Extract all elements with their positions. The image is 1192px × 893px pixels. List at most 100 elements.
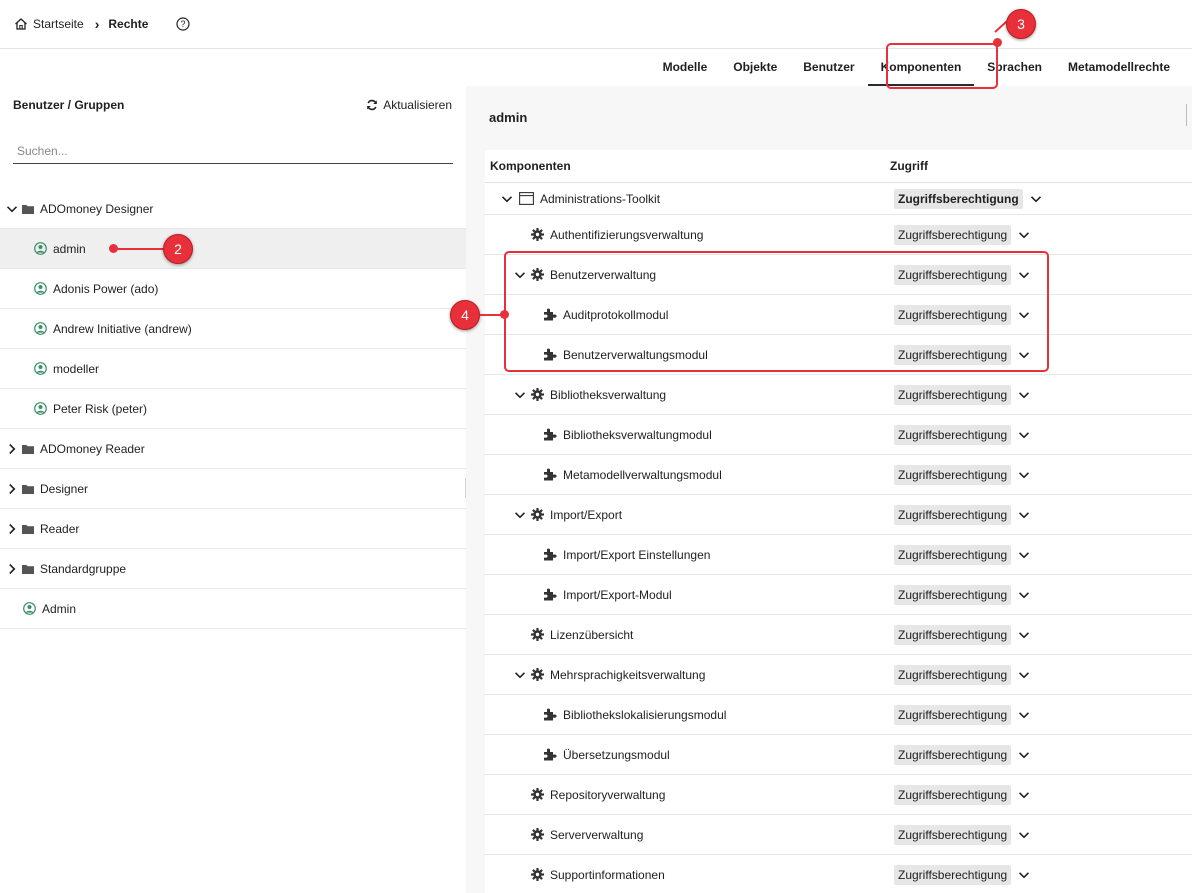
access-badge[interactable]: Zugriffsberechtigung [894, 784, 1012, 805]
component-label: Import/Export-Modul [563, 587, 672, 602]
gear-icon [531, 508, 544, 521]
access-badge[interactable]: Zugriffsberechtigung [894, 704, 1012, 725]
folder-icon [22, 524, 34, 534]
access-badge[interactable]: Zugriffsberechtigung [894, 224, 1012, 245]
access-badge[interactable]: Zugriffsberechtigung [894, 824, 1012, 845]
tree-item-label: ADOmoney Designer [40, 201, 154, 216]
access-badge[interactable]: Zugriffsberechtigung [894, 544, 1012, 565]
folder-icon [22, 564, 34, 574]
table-row: Import/Export Einstellungen Zugriffsberec… [485, 535, 1192, 575]
tab-modelle[interactable]: Modelle [650, 50, 721, 86]
tree-item[interactable]: Andrew Initiative (andrew) [0, 309, 466, 349]
annotation-dot [993, 38, 1002, 47]
puzzle-icon [544, 748, 557, 761]
component-label: Administrations-Toolkit [540, 191, 661, 206]
chevron-right-icon: › [94, 16, 100, 32]
chevron-down-icon[interactable] [1017, 588, 1031, 602]
chevron-right-icon[interactable] [5, 522, 19, 536]
chevron-down-icon[interactable] [513, 508, 527, 522]
table-row: Übersetzungsmodul Zugriffsberechtigung [485, 735, 1192, 775]
table-row: Import/Export Zugriffsberechtigung [485, 495, 1192, 535]
annotation-badge: 2 [163, 234, 193, 264]
chevron-down-icon[interactable] [500, 192, 514, 206]
component-label: Supportinformationen [550, 867, 665, 882]
chevron-down-icon[interactable] [1029, 192, 1043, 206]
chevron-down-icon[interactable] [1017, 868, 1031, 882]
chevron-down-icon[interactable] [5, 202, 19, 216]
annotation-dot [500, 310, 509, 319]
component-label: Bibliothekslokalisierungsmodul [563, 707, 727, 722]
access-badge[interactable]: Zugriffsberechtigung [894, 584, 1012, 605]
chevron-down-icon[interactable] [1017, 748, 1031, 762]
chevron-down-icon[interactable] [1017, 788, 1031, 802]
chevron-down-icon[interactable] [1017, 228, 1031, 242]
column-components: Komponenten [490, 159, 571, 173]
chevron-down-icon[interactable] [1017, 468, 1031, 482]
puzzle-icon [544, 468, 557, 481]
chevron-down-icon[interactable] [1017, 428, 1031, 442]
help-icon[interactable]: ? [176, 17, 190, 31]
access-badge[interactable]: Zugriffsberechtigung [894, 188, 1023, 209]
truncated-field[interactable] [1186, 104, 1192, 126]
users-groups-panel: Benutzer / Gruppen Aktualisieren ADOmone… [0, 50, 466, 893]
annotation-highlight-box [504, 251, 1049, 372]
tree-item-label: modeller [53, 361, 100, 376]
chevron-right-icon[interactable] [5, 442, 19, 456]
panel-title: Benutzer / Gruppen [13, 98, 125, 112]
tree-item[interactable]: admin [0, 229, 466, 269]
tree-item-label: ADOmoney Reader [40, 441, 145, 456]
tree-item-label: admin [53, 241, 86, 256]
chevron-down-icon[interactable] [1017, 508, 1031, 522]
breadcrumb-home[interactable]: Startseite [33, 17, 84, 31]
tree-item-label: Standardgruppe [40, 561, 127, 576]
tree-item-label: Reader [40, 521, 80, 536]
home-icon[interactable] [14, 17, 28, 31]
table-row: Lizenzübersicht Zugriffsberechtigung [485, 615, 1192, 655]
access-badge[interactable]: Zugriffsberechtigung [894, 504, 1012, 525]
tree-item[interactable]: ADOmoney Designer [0, 189, 466, 229]
chevron-down-icon[interactable] [1017, 388, 1031, 402]
search-input[interactable] [13, 138, 453, 164]
chevron-down-icon[interactable] [1017, 708, 1031, 722]
component-label: Lizenzübersicht [550, 627, 634, 642]
access-badge[interactable]: Zugriffsberechtigung [894, 384, 1012, 405]
tree-item[interactable]: modeller [0, 349, 466, 389]
table-row: Import/Export-Modul Zugriffsberechtigung [485, 575, 1192, 615]
tab-objekte[interactable]: Objekte [720, 50, 790, 86]
tree-item[interactable]: Designer [0, 469, 466, 509]
access-badge[interactable]: Zugriffsberechtigung [894, 424, 1012, 445]
access-badge[interactable]: Zugriffsberechtigung [894, 744, 1012, 765]
tree-item[interactable]: Peter Risk (peter) [0, 389, 466, 429]
tab-benutzer[interactable]: Benutzer [790, 50, 867, 86]
table-row: Authentifizierungsverwaltung Zugriffsbere… [485, 215, 1192, 255]
chevron-down-icon[interactable] [513, 388, 527, 402]
svg-text:?: ? [181, 19, 186, 29]
chevron-right-icon[interactable] [5, 562, 19, 576]
access-badge[interactable]: Zugriffsberechtigung [894, 624, 1012, 645]
access-badge[interactable]: Zugriffsberechtigung [894, 864, 1012, 885]
refresh-label: Aktualisieren [383, 98, 452, 112]
access-badge[interactable]: Zugriffsberechtigung [894, 464, 1012, 485]
chevron-down-icon[interactable] [513, 668, 527, 682]
component-label: Serververwaltung [550, 827, 644, 842]
chevron-down-icon[interactable] [1017, 828, 1031, 842]
puzzle-icon [544, 428, 557, 441]
chevron-down-icon[interactable] [1017, 548, 1031, 562]
folder-icon [22, 484, 34, 494]
chevron-right-icon[interactable] [5, 482, 19, 496]
tree-item[interactable]: Admin [0, 589, 466, 629]
table-row: Metamodellverwaltungsmodul Zugriffsberech… [485, 455, 1192, 495]
tree-item[interactable]: ADOmoney Reader [0, 429, 466, 469]
user-icon [34, 362, 47, 375]
tab-metamodellrechte[interactable]: Metamodellrechte [1055, 50, 1183, 86]
table-row: Mehrsprachigkeitsverwaltung Zugriffsberec… [485, 655, 1192, 695]
access-badge[interactable]: Zugriffsberechtigung [894, 664, 1012, 685]
refresh-button[interactable]: Aktualisieren [366, 98, 452, 112]
tree-item[interactable]: Adonis Power (ado) [0, 269, 466, 309]
chevron-down-icon[interactable] [1017, 668, 1031, 682]
tree-item[interactable]: Standardgruppe [0, 549, 466, 589]
tree-item[interactable]: Reader [0, 509, 466, 549]
annotation-badge: 4 [450, 300, 480, 330]
puzzle-icon [544, 588, 557, 601]
chevron-down-icon[interactable] [1017, 628, 1031, 642]
